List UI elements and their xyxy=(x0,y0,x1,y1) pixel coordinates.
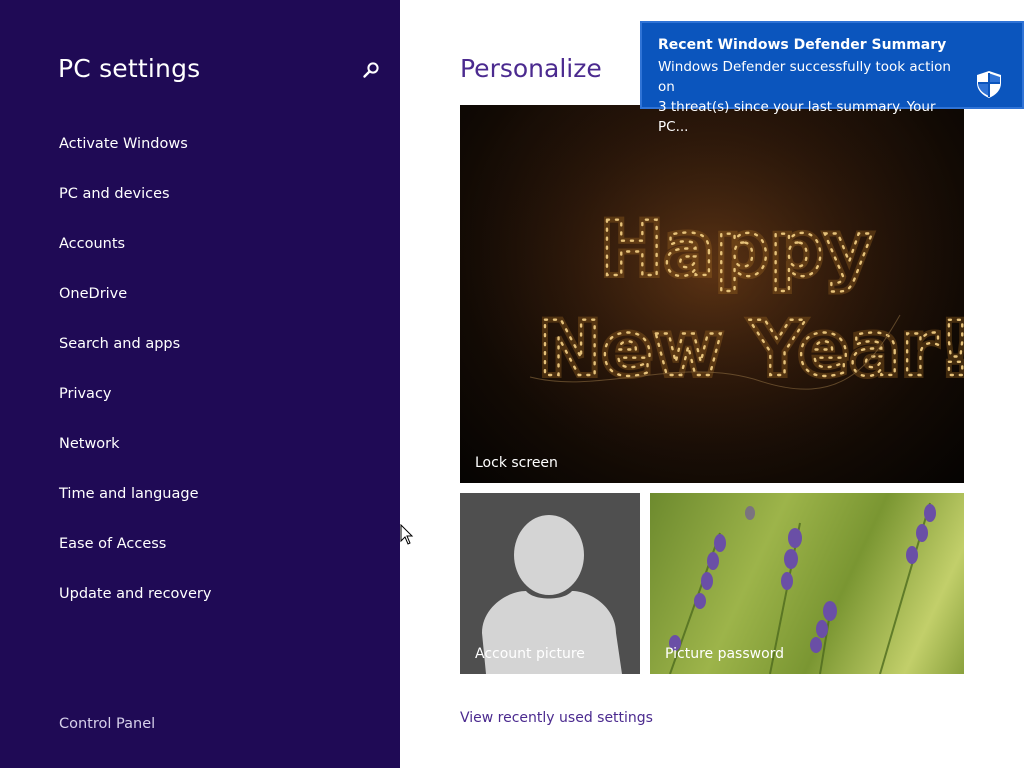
nav-item-privacy[interactable]: Privacy xyxy=(0,376,400,426)
defender-shield-icon xyxy=(974,69,1004,99)
lock-image-text-line1-lights: Happy xyxy=(600,204,873,293)
page-title: Personalize xyxy=(460,54,602,83)
nav-item-search-and-apps[interactable]: Search and apps xyxy=(0,326,400,376)
settings-nav-list: Activate Windows PC and devices Accounts… xyxy=(0,126,400,626)
nav-item-network[interactable]: Network xyxy=(0,426,400,476)
pc-settings-window: PC settings Activate Windows PC and devi… xyxy=(0,0,1024,768)
picture-password-label: Picture password xyxy=(665,646,785,662)
nav-item-onedrive[interactable]: OneDrive xyxy=(0,276,400,326)
lock-screen-tile[interactable]: Happy New Year! Happy New Year! Lock scr… xyxy=(460,105,964,483)
nav-item-update-and-recovery[interactable]: Update and recovery xyxy=(0,576,400,626)
happy-new-year-image: Happy New Year! Happy New Year! xyxy=(460,105,964,483)
nav-item-pc-and-devices[interactable]: PC and devices xyxy=(0,176,400,226)
nav-item-ease-of-access[interactable]: Ease of Access xyxy=(0,526,400,576)
toast-title: Recent Windows Defender Summary xyxy=(658,37,947,53)
account-picture-tile[interactable]: Account picture xyxy=(460,493,640,674)
nav-item-time-and-language[interactable]: Time and language xyxy=(0,476,400,526)
account-picture-label: Account picture xyxy=(475,646,585,662)
nav-item-accounts[interactable]: Accounts xyxy=(0,226,400,276)
lock-image-text-line2-lights: New Year! xyxy=(538,304,964,393)
lock-screen-label: Lock screen xyxy=(475,455,558,471)
view-recent-settings-link[interactable]: View recently used settings xyxy=(460,710,653,726)
toast-body: Windows Defender successfully took actio… xyxy=(658,59,951,135)
picture-password-tile[interactable]: Picture password xyxy=(650,493,964,674)
defender-toast-notification[interactable]: Recent Windows Defender Summary Windows … xyxy=(640,21,1024,135)
nav-item-activate-windows[interactable]: Activate Windows xyxy=(0,126,400,176)
sidebar-title: PC settings xyxy=(58,54,201,83)
sidebar: PC settings Activate Windows PC and devi… xyxy=(0,0,400,768)
control-panel-link[interactable]: Control Panel xyxy=(59,716,155,732)
search-icon[interactable] xyxy=(360,60,382,82)
mouse-pointer-icon xyxy=(400,524,414,545)
